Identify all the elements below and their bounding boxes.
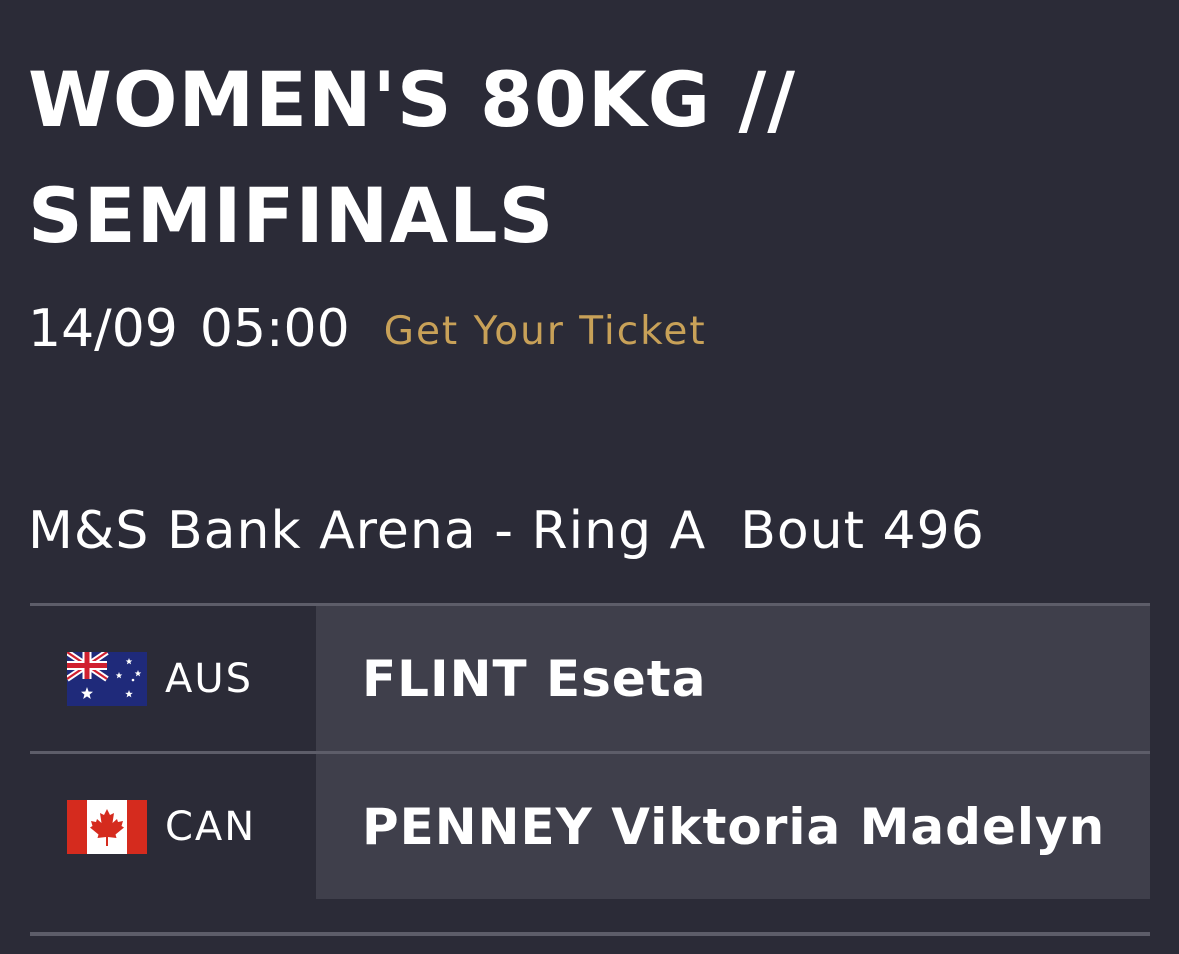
venue-label: M&S Bank Arena - Ring A (28, 501, 707, 561)
get-ticket-link[interactable]: Get Your Ticket (384, 305, 707, 354)
fighter-row[interactable]: AUS FLINT Eseta (30, 606, 1150, 751)
event-time: 05:00 (199, 299, 350, 359)
fighter-name: PENNEY Viktoria Madelyn (362, 797, 1106, 856)
fighter-name: FLINT Eseta (362, 649, 707, 708)
bout-card: WOMEN'S 80KG // SEMIFINALS 14/09 05:00 G… (0, 0, 1179, 954)
fighter-row[interactable]: CAN PENNEY Viktoria Madelyn (30, 754, 1150, 899)
event-date: 14/09 (28, 299, 178, 359)
country-code: AUS (165, 655, 254, 702)
venue-row: M&S Bank Arena - Ring A Bout 496 (28, 496, 985, 566)
country-cell: CAN (30, 754, 316, 899)
country-cell: AUS (30, 606, 316, 751)
bout-number: Bout 496 (740, 501, 985, 561)
country-code: CAN (165, 803, 257, 850)
bottom-divider (30, 932, 1150, 936)
name-cell: FLINT Eseta (316, 606, 1150, 751)
schedule-row: 14/09 05:00 Get Your Ticket (28, 294, 707, 364)
fighters-table: AUS FLINT Eseta CAN PENNEY Viktoria Made… (30, 603, 1150, 899)
name-cell: PENNEY Viktoria Madelyn (316, 754, 1150, 899)
australia-flag-icon (67, 651, 147, 706)
canada-flag-icon (67, 799, 147, 854)
event-title: WOMEN'S 80KG // SEMIFINALS (28, 55, 797, 260)
